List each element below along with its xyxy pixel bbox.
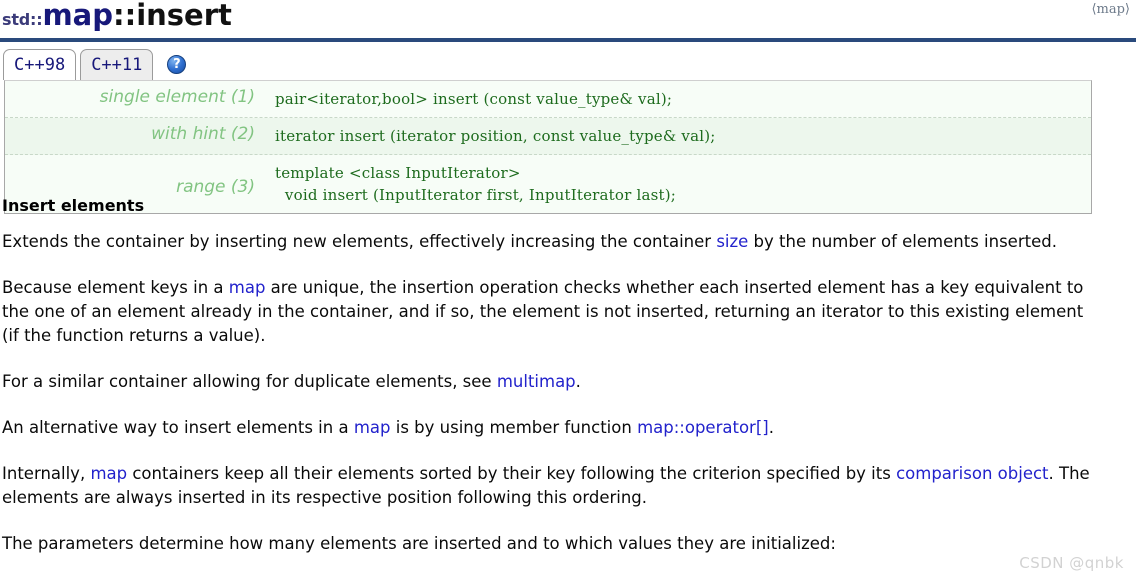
title-divider bbox=[0, 38, 1136, 42]
text-fragment: Extends the container by inserting new e… bbox=[2, 232, 717, 251]
section-heading: Insert elements bbox=[2, 196, 145, 215]
text-fragment: An alternative way to insert elements in… bbox=[2, 418, 354, 437]
text-fragment: is by using member function bbox=[390, 418, 638, 437]
page-title: std::map::insert bbox=[2, 0, 232, 32]
title-class: map bbox=[42, 0, 113, 32]
text-fragment: by the number of elements inserted. bbox=[748, 232, 1057, 251]
watermark: CSDN @qnbk bbox=[1019, 554, 1124, 572]
header-include: ⟨map⟩ bbox=[1091, 2, 1130, 17]
signature-row: single element (1) pair<iterator,bool> i… bbox=[5, 81, 1091, 118]
paragraph-3: For a similar container allowing for dup… bbox=[2, 370, 1098, 394]
paragraph-6: The parameters determine how many elemen… bbox=[2, 532, 1098, 556]
paragraph-5: Internally, map containers keep all thei… bbox=[2, 462, 1098, 510]
page-header: std::map::insert ⟨map⟩ bbox=[0, 0, 1136, 42]
text-fragment: The parameters determine how many elemen… bbox=[2, 534, 836, 553]
tab-cpp98[interactable]: C++98 bbox=[3, 49, 77, 80]
paragraph-4: An alternative way to insert elements in… bbox=[2, 416, 1098, 440]
title-separator: :: bbox=[112, 0, 137, 32]
help-icon[interactable]: ? bbox=[167, 55, 187, 74]
link-comparison-object[interactable]: comparison object bbox=[896, 464, 1048, 483]
link-size[interactable]: size bbox=[716, 232, 748, 251]
link-multimap[interactable]: multimap bbox=[497, 372, 576, 391]
text-fragment: Because element keys in a bbox=[2, 278, 229, 297]
paragraph-2: Because element keys in a map are unique… bbox=[2, 276, 1098, 348]
signature-row: with hint (2) iterator insert (iterator … bbox=[5, 118, 1091, 155]
text-fragment: For a similar container allowing for dup… bbox=[2, 372, 497, 391]
description-content: Insert elements Extends the container by… bbox=[0, 196, 1136, 578]
text-fragment: . bbox=[768, 418, 774, 437]
text-fragment: containers keep all their elements sorte… bbox=[127, 464, 897, 483]
paragraph-1: Extends the container by inserting new e… bbox=[2, 230, 1098, 254]
signature-code: pair<iterator,bool> insert (const value_… bbox=[275, 90, 673, 108]
tab-cpp11[interactable]: C++11 bbox=[80, 49, 154, 80]
function-signature-panel: single element (1) pair<iterator,bool> i… bbox=[4, 80, 1092, 214]
text-fragment: Internally, bbox=[2, 464, 91, 483]
text-fragment: . bbox=[575, 372, 581, 391]
link-map[interactable]: map bbox=[354, 418, 391, 437]
link-map-operator-subscript[interactable]: map::operator[] bbox=[637, 418, 769, 437]
signature-label: single element (1) bbox=[99, 87, 255, 107]
link-map[interactable]: map bbox=[229, 278, 266, 297]
link-map[interactable]: map bbox=[90, 464, 127, 483]
signature-label: with hint (2) bbox=[151, 124, 255, 144]
signature-code: iterator insert (iterator position, cons… bbox=[275, 127, 716, 145]
standard-version-tabs: C++98 C++11 ? bbox=[0, 44, 1136, 80]
title-namespace: std:: bbox=[2, 10, 43, 29]
title-function: insert bbox=[136, 0, 232, 32]
